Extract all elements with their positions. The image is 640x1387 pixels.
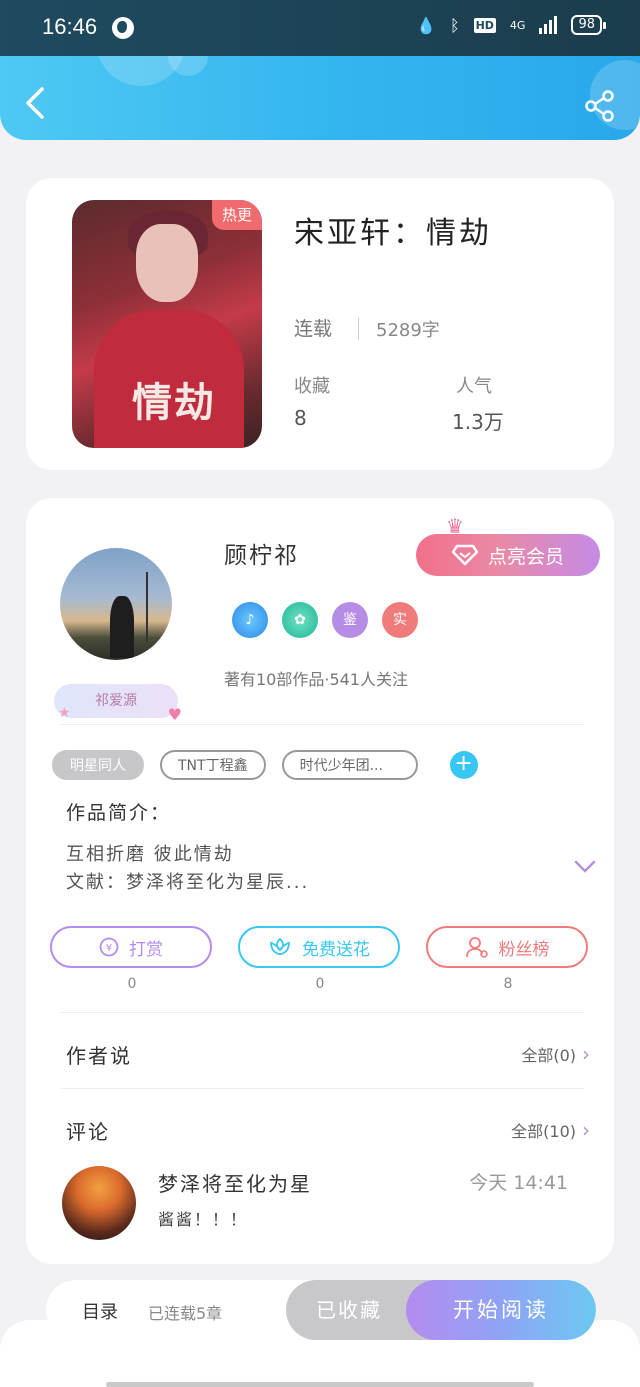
author-badges: ♪ ✿ 鉴 实 xyxy=(232,602,418,638)
divider xyxy=(60,724,584,725)
fan-count: 8 xyxy=(503,976,513,992)
globe-icon xyxy=(112,17,134,39)
start-reading-button[interactable]: 开始阅读 xyxy=(406,1280,596,1340)
cover-figure-face xyxy=(136,224,198,302)
favorites-label: 收藏 xyxy=(294,376,330,397)
status-bar: 16:46 💧 ᛒ HD 4G 98 xyxy=(0,0,640,56)
yen-coin-icon: ¥ xyxy=(99,937,119,957)
intro-line: 互相折磨 彼此情劫 xyxy=(66,844,234,865)
comments-all-label: 全部(10) xyxy=(511,1122,576,1141)
commenter-avatar[interactable] xyxy=(62,1166,136,1240)
heart-icon: ♥ xyxy=(167,705,182,724)
fan-tag-label: 祁爱源 xyxy=(95,693,137,709)
cover-title-art: 情劫 xyxy=(132,379,216,426)
decor-bubble xyxy=(168,56,208,76)
popularity-value: 1.3万 xyxy=(452,410,504,434)
book-cover[interactable]: 情劫 热更 xyxy=(72,200,262,448)
avatar-tower xyxy=(146,572,148,642)
tag-list: 明星同人 TNT丁程鑫 时代少年团... + xyxy=(52,750,478,780)
comment-time: 今天 14:41 xyxy=(469,1172,568,1194)
comments-title: 评论 xyxy=(66,1120,110,1144)
vip-button[interactable]: 点亮会员 xyxy=(416,534,600,576)
book-status: 连载 xyxy=(294,318,333,340)
bluetooth-icon: ᛒ xyxy=(449,15,460,35)
flower-count: 0 xyxy=(315,976,325,992)
hd-icon: HD xyxy=(473,17,496,33)
add-tag-icon[interactable]: + xyxy=(449,751,478,779)
tag-item[interactable]: 时代少年团... xyxy=(281,750,418,780)
reward-button[interactable]: ¥ 打赏 xyxy=(50,926,212,968)
music-badge-icon[interactable]: ♪ xyxy=(232,602,268,638)
book-title: 宋亚轩：情劫 xyxy=(294,216,492,251)
popularity-label: 人气 xyxy=(456,376,492,397)
svg-text:¥: ¥ xyxy=(106,943,112,954)
diamond-icon xyxy=(451,544,478,566)
handshake-badge-icon[interactable]: ✿ xyxy=(282,602,318,638)
table-of-contents-button[interactable]: 目录 xyxy=(82,1298,118,1324)
divider xyxy=(60,1012,584,1013)
status-time: 16:46 xyxy=(42,14,98,39)
real-name-badge-icon[interactable]: 实 xyxy=(382,602,418,638)
author-avatar[interactable] xyxy=(60,548,172,660)
action-row: ¥ 打赏 免费送花 粉丝榜 xyxy=(50,926,590,970)
send-flower-button-label: 免费送花 xyxy=(302,939,370,960)
tag-item[interactable]: TNT丁程鑫 xyxy=(160,750,266,780)
comment-text: 酱酱！！！ xyxy=(158,1210,249,1229)
status-icons: 💧 ᛒ HD 4G 98 xyxy=(416,15,606,35)
bottom-action-bar: 目录 已连载5章 已收藏 开始阅读 xyxy=(46,1280,596,1340)
word-count: 5289字 xyxy=(376,320,440,341)
chevron-right-icon: › xyxy=(582,1042,590,1066)
fan-ranking-button[interactable]: 粉丝榜 xyxy=(426,926,588,968)
fan-tag: ★ 祁爱源 ♥ xyxy=(54,684,182,724)
author-name[interactable]: 顾柠祁 xyxy=(224,536,299,570)
divider xyxy=(60,1088,584,1089)
signal-icon xyxy=(539,16,558,34)
reward-button-label: 打赏 xyxy=(129,939,163,960)
divider xyxy=(358,318,359,340)
comments-all-link[interactable]: 全部(10) › xyxy=(511,1118,590,1142)
chevron-right-icon: › xyxy=(582,1118,590,1142)
water-drop-icon: 💧 xyxy=(416,15,436,35)
hot-badge: 热更 xyxy=(211,200,262,230)
network-label: 4G xyxy=(509,18,526,32)
back-arrow-icon[interactable] xyxy=(22,86,48,120)
expand-chevron-icon[interactable] xyxy=(574,860,596,874)
fan-ranking-button-label: 粉丝榜 xyxy=(498,939,550,960)
commenter-name[interactable]: 梦泽将至化为星 xyxy=(158,1168,312,1197)
send-flower-button[interactable]: 免费送花 xyxy=(238,926,400,968)
author-says-all-label: 全部(0) xyxy=(521,1046,576,1065)
vip-button-label: 点亮会员 xyxy=(487,545,564,568)
battery-icon: 98 xyxy=(571,15,606,35)
chapter-count: 已连载5章 xyxy=(148,1304,223,1323)
book-info-card: 情劫 热更 宋亚轩：情劫 连载 5289字 收藏 8 人气 1.3万 xyxy=(26,178,614,470)
flower-icon xyxy=(270,937,290,955)
author-works-info: 著有10部作品·541人关注 xyxy=(224,670,408,689)
author-says-title: 作者说 xyxy=(66,1044,132,1068)
reward-count: 0 xyxy=(127,976,137,992)
author-says-all-link[interactable]: 全部(0) › xyxy=(521,1042,590,1066)
share-icon[interactable] xyxy=(584,90,616,122)
user-icon xyxy=(465,937,488,958)
avatar-person xyxy=(110,596,134,658)
favorites-value: 8 xyxy=(294,406,307,430)
intro-title: 作品简介： xyxy=(66,802,172,824)
home-indicator[interactable] xyxy=(106,1382,534,1387)
header-bar xyxy=(0,56,640,140)
verify-badge-icon[interactable]: 鉴 xyxy=(332,602,368,638)
author-details-card: ★ 祁爱源 ♥ 顾柠祁 ♛ 点亮会员 ♪ ✿ 鉴 实 著有10部作品·541人关… xyxy=(26,498,614,1264)
tag-item[interactable]: 明星同人 xyxy=(52,750,144,780)
intro-line: 文献：梦泽将至化为星辰... xyxy=(66,872,310,893)
